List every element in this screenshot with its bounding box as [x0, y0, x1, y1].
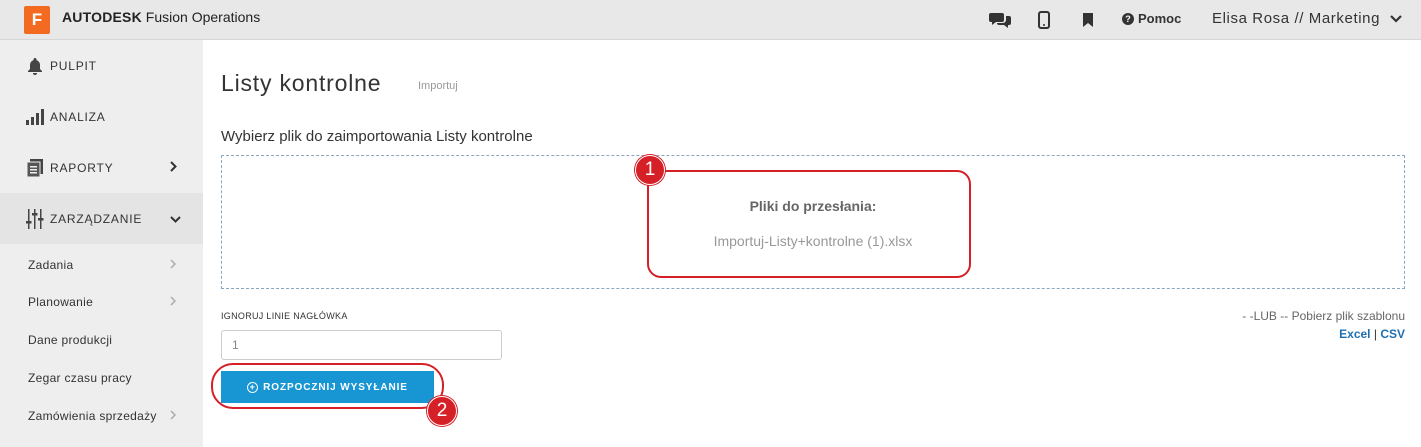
- main-content: Listy kontrolne Importuj Wybierz plik do…: [203, 40, 1421, 447]
- sidebar-subitem-label: Zegar czasu pracy: [28, 370, 132, 385]
- mobile-icon[interactable]: [1032, 8, 1056, 32]
- sliders-icon: [25, 208, 45, 229]
- sidebar-item-label: ZARZĄDZANIE: [50, 211, 143, 226]
- annotation-highlight-2: [211, 363, 444, 409]
- sidebar-item-pulpit[interactable]: PULPIT: [0, 40, 203, 91]
- brand-bold: AUTODESK: [62, 9, 142, 25]
- chevron-right-icon: [170, 409, 177, 423]
- sidebar-item-label: ANALIZA: [50, 109, 106, 124]
- chevron-right-icon: [170, 258, 177, 272]
- sidebar-subitem-label: Zamówienia sprzedaży: [28, 408, 157, 423]
- top-bar: F AUTODESK Fusion Operations ? Pomoc Eli…: [0, 0, 1421, 40]
- sidebar-subitem-label: Zadania: [28, 257, 74, 272]
- sidebar: PULPIT ANALIZA RAPORTY ZARZĄDZANIE Zadan…: [0, 40, 203, 447]
- sidebar-item-raporty[interactable]: RAPORTY: [0, 142, 203, 193]
- help-link[interactable]: ? Pomoc: [1122, 11, 1181, 26]
- chevron-down-icon: [1390, 14, 1402, 23]
- sidebar-subitem-planowanie[interactable]: Planowanie: [0, 283, 203, 320]
- template-label: - -LUB -- Pobierz plik szablonu: [1242, 309, 1405, 323]
- sidebar-item-zarzadzanie[interactable]: ZARZĄDZANIE: [0, 193, 203, 244]
- logo[interactable]: F: [24, 6, 50, 34]
- chevron-right-icon: [170, 295, 177, 309]
- brand-name: AUTODESK Fusion Operations: [62, 9, 260, 25]
- bar-chart-icon: [25, 107, 45, 127]
- sidebar-subitem-zegar[interactable]: Zegar czasu pracy: [0, 359, 203, 396]
- excel-template-link[interactable]: Excel: [1339, 327, 1370, 341]
- annotation-highlight-1: [647, 170, 971, 278]
- bell-icon: [25, 56, 45, 76]
- user-menu[interactable]: Elisa Rosa // Marketing: [1212, 10, 1402, 27]
- annotation-number: 1: [644, 159, 656, 180]
- page-title: Listy kontrolne: [221, 70, 382, 96]
- chat-icon[interactable]: [988, 8, 1012, 32]
- user-label: Elisa Rosa // Marketing: [1212, 10, 1381, 27]
- sidebar-item-label: PULPIT: [50, 58, 97, 73]
- logo-letter: F: [31, 10, 43, 29]
- ignore-header-label: IGNORUJ LINIE NAGŁÓWKA: [221, 311, 348, 321]
- sidebar-item-label: RAPORTY: [50, 160, 114, 175]
- bookmark-icon[interactable]: [1076, 8, 1100, 32]
- chevron-right-icon: [170, 160, 177, 175]
- page-subtitle: Importuj: [418, 80, 458, 92]
- sidebar-subitem-zamowienia[interactable]: Zamówienia sprzedaży: [0, 397, 203, 434]
- section-label: Wybierz plik do zaimportowania Listy kon…: [221, 128, 533, 145]
- sidebar-subitem-zadania[interactable]: Zadania: [0, 246, 203, 283]
- sidebar-subitem-label: Dane produkcji: [28, 332, 113, 347]
- annotation-number: 2: [436, 400, 448, 421]
- ignore-header-input[interactable]: [221, 330, 502, 360]
- question-icon: ?: [1122, 12, 1134, 25]
- report-icon: [25, 158, 45, 178]
- sidebar-item-analiza[interactable]: ANALIZA: [0, 91, 203, 142]
- link-separator: |: [1373, 327, 1377, 341]
- sidebar-subitem-label: Planowanie: [28, 294, 94, 309]
- annotation-badge-2: 2: [427, 396, 457, 426]
- brand-product: Fusion Operations: [145, 9, 261, 25]
- annotation-badge-1: 1: [635, 155, 665, 185]
- csv-template-link[interactable]: CSV: [1380, 327, 1405, 341]
- template-links: Excel | CSV: [1339, 327, 1405, 341]
- chevron-down-icon: [170, 212, 181, 226]
- sidebar-subitem-dane-produkcji[interactable]: Dane produkcji: [0, 321, 203, 358]
- help-label: Pomoc: [1138, 11, 1182, 26]
